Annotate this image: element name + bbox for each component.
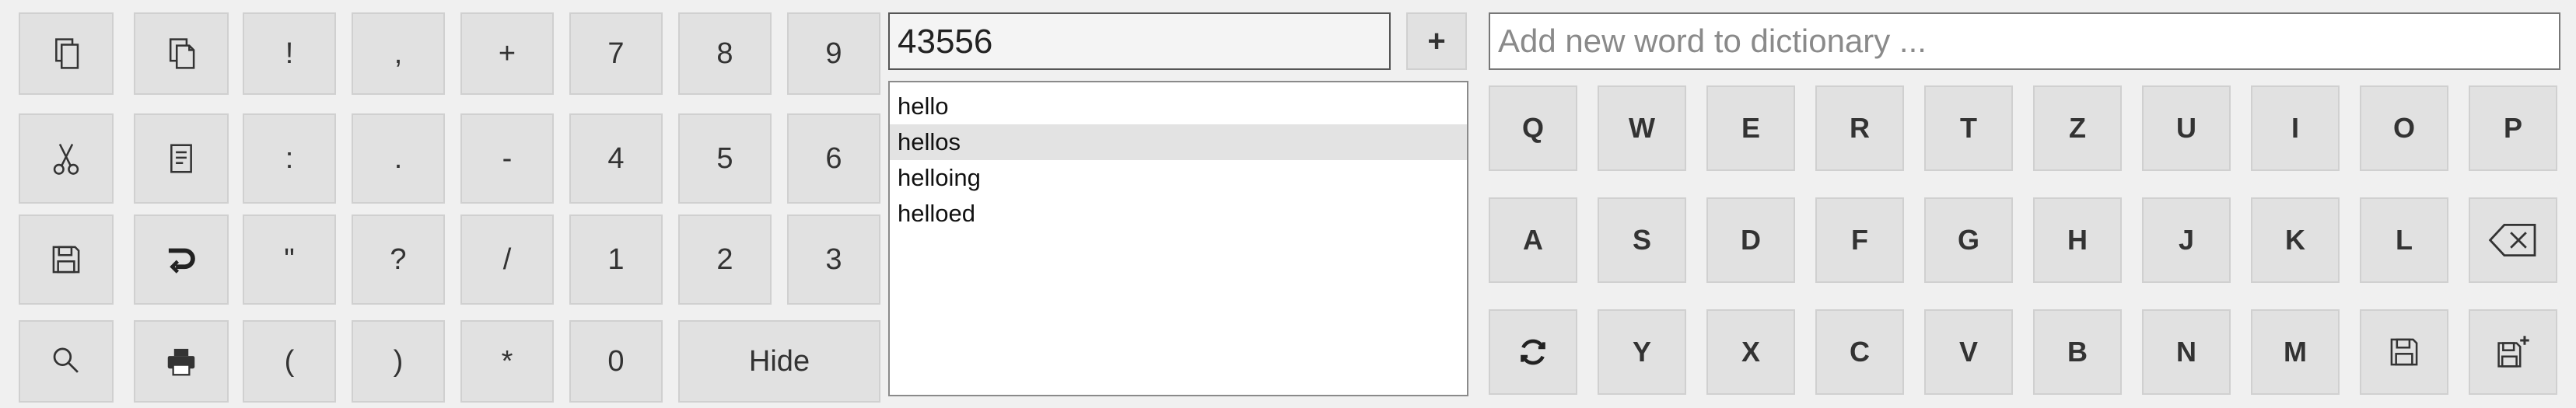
- hide-button[interactable]: Hide: [678, 320, 880, 403]
- refresh-button[interactable]: [1489, 309, 1577, 395]
- key-b[interactable]: B: [2033, 309, 2122, 395]
- key-9[interactable]: 9: [787, 12, 880, 95]
- key-x[interactable]: X: [1706, 309, 1795, 395]
- key-i[interactable]: I: [2251, 85, 2340, 171]
- key-c[interactable]: C: [1815, 309, 1904, 395]
- key-r[interactable]: R: [1815, 85, 1904, 171]
- print-button[interactable]: [134, 320, 229, 403]
- key-j[interactable]: J: [2142, 197, 2231, 283]
- paste-button[interactable]: [134, 113, 229, 204]
- list-item-selected[interactable]: hellos: [890, 124, 1467, 160]
- key-l[interactable]: L: [2360, 197, 2448, 283]
- save-dictionary-button[interactable]: [2360, 309, 2448, 395]
- backspace-button[interactable]: [2469, 197, 2557, 283]
- key-f[interactable]: F: [1815, 197, 1904, 283]
- key-q[interactable]: Q: [1489, 85, 1577, 171]
- copy-doc-icon: [169, 38, 195, 69]
- save-button[interactable]: [19, 214, 114, 305]
- add-word-button[interactable]: +: [1406, 12, 1467, 70]
- floppy-disk-icon: [2390, 338, 2418, 366]
- numeric-input-field[interactable]: 43556: [888, 12, 1391, 70]
- copy-icon: [55, 38, 79, 69]
- key-asterisk[interactable]: *: [460, 320, 554, 403]
- key-d[interactable]: D: [1706, 197, 1795, 283]
- key-3[interactable]: 3: [787, 214, 880, 305]
- scissors-icon: [53, 144, 79, 175]
- key-period[interactable]: .: [352, 113, 445, 204]
- key-plus[interactable]: +: [460, 12, 554, 95]
- suggestion-list[interactable]: hello hellos helloing helloed: [888, 81, 1468, 396]
- key-n[interactable]: N: [2142, 309, 2231, 395]
- cut-button[interactable]: [19, 113, 114, 204]
- key-e[interactable]: E: [1706, 85, 1795, 171]
- undo-icon: [168, 248, 195, 274]
- key-m[interactable]: M: [2251, 309, 2340, 395]
- key-exclaim[interactable]: !: [243, 12, 336, 95]
- undo-button[interactable]: [134, 214, 229, 305]
- key-minus[interactable]: -: [460, 113, 554, 204]
- key-0[interactable]: 0: [569, 320, 663, 403]
- search-icon: [53, 347, 79, 373]
- key-lparen[interactable]: (: [243, 320, 336, 403]
- duplicate-button[interactable]: [134, 12, 229, 95]
- key-quote[interactable]: ": [243, 214, 336, 305]
- key-6[interactable]: 6: [787, 113, 880, 204]
- key-comma[interactable]: ,: [352, 12, 445, 95]
- key-h[interactable]: H: [2033, 197, 2122, 283]
- key-2[interactable]: 2: [678, 214, 772, 305]
- clipboard-icon: [170, 144, 192, 173]
- printer-icon: [167, 348, 195, 376]
- key-4[interactable]: 4: [569, 113, 663, 204]
- key-g[interactable]: G: [1924, 197, 2013, 283]
- key-o[interactable]: O: [2360, 85, 2448, 171]
- key-slash[interactable]: /: [460, 214, 554, 305]
- search-button[interactable]: [19, 320, 114, 403]
- key-v[interactable]: V: [1924, 309, 2013, 395]
- key-a[interactable]: A: [1489, 197, 1577, 283]
- save-new-dictionary-button[interactable]: [2469, 309, 2557, 395]
- backspace-icon: [2488, 224, 2536, 256]
- key-p[interactable]: P: [2469, 85, 2557, 171]
- list-item[interactable]: hello: [890, 89, 1467, 124]
- key-5[interactable]: 5: [678, 113, 772, 204]
- list-item[interactable]: helloing: [890, 160, 1467, 196]
- key-w[interactable]: W: [1598, 85, 1686, 171]
- key-s[interactable]: S: [1598, 197, 1686, 283]
- key-y[interactable]: Y: [1598, 309, 1686, 395]
- copy-button[interactable]: [19, 12, 114, 95]
- key-rparen[interactable]: ): [352, 320, 445, 403]
- key-k[interactable]: K: [2251, 197, 2340, 283]
- refresh-icon: [1521, 339, 1545, 365]
- key-8[interactable]: 8: [678, 12, 772, 95]
- key-t[interactable]: T: [1924, 85, 2013, 171]
- key-question[interactable]: ?: [352, 214, 445, 305]
- key-7[interactable]: 7: [569, 12, 663, 95]
- key-z[interactable]: Z: [2033, 85, 2122, 171]
- list-item[interactable]: helloed: [890, 196, 1467, 232]
- key-1[interactable]: 1: [569, 214, 663, 305]
- key-colon[interactable]: :: [243, 113, 336, 204]
- key-u[interactable]: U: [2142, 85, 2231, 171]
- dictionary-word-input[interactable]: [1489, 12, 2560, 70]
- floppy-disk-icon: [52, 246, 80, 274]
- floppy-disk-plus-icon: [2497, 336, 2529, 368]
